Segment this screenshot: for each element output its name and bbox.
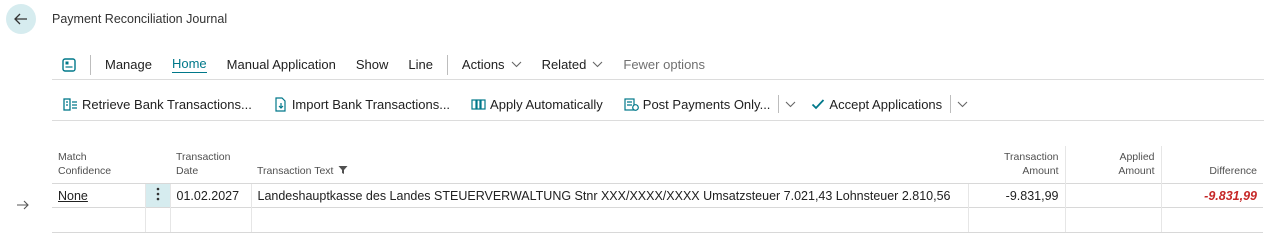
promoted-actions: Retrieve Bank Transactions... Import Ban… [52,88,1264,121]
import-bank-transactions-button[interactable]: Import Bank Transactions... [262,88,460,120]
empty-cell[interactable] [144,207,170,233]
fewer-options-button[interactable]: Fewer options [613,50,715,79]
col-difference[interactable]: Difference [1160,146,1263,184]
col-transaction-text[interactable]: Transaction Text [251,146,968,184]
match-confidence-cell[interactable]: None [52,183,145,208]
pin-toggle-button[interactable] [52,50,86,79]
accept-applications-button[interactable]: Accept Applications [800,88,948,120]
action-bar: Manage Home Manual Application Show Line… [52,50,1264,80]
related-menu[interactable]: Related [532,50,614,79]
tab-line[interactable]: Line [398,50,443,79]
bank-retrieve-icon [63,97,77,111]
checkmark-icon [812,99,825,110]
post-payments-only-button[interactable]: Post Payments Only... [613,88,777,120]
row-actions-button[interactable] [144,183,170,208]
transaction-amount-cell[interactable]: -9.831,99 [967,183,1065,208]
empty-cell[interactable] [1064,207,1161,233]
col-transaction-date[interactable]: Transaction Date [170,146,251,184]
empty-cell[interactable] [250,207,968,233]
accept-applications-dropdown[interactable] [953,101,972,108]
col-match-confidence[interactable]: Match Confidence [52,146,145,184]
transaction-date-cell[interactable]: 01.02.2027 [169,183,251,208]
match-confidence-link[interactable]: None [58,189,88,203]
divider [950,95,952,113]
difference-value: -9.831,99 [1204,188,1257,203]
page-layout-icon [62,57,76,72]
post-payments-dropdown[interactable] [781,101,800,108]
col-actions-spacer [145,146,170,184]
divider [446,54,448,75]
chevron-down-icon [592,61,603,68]
transactions-table: Match Confidence Transaction Date Transact… [52,146,1263,233]
tab-manage[interactable]: Manage [95,50,162,79]
difference-cell[interactable]: -9.831,99 [1160,183,1263,208]
retrieve-bank-transactions-button[interactable]: Retrieve Bank Transactions... [52,88,262,120]
transaction-text-cell[interactable]: Landeshauptkasse des Landes STEUERVERWAL… [250,183,968,208]
col-applied-amount[interactable]: Applied Amount [1064,146,1161,184]
applied-amount-cell[interactable] [1064,183,1161,208]
tab-home[interactable]: Home [162,50,217,79]
back-button[interactable] [6,4,36,34]
divider [778,95,780,113]
chevron-down-icon [511,61,522,68]
arrow-left-icon [14,13,27,25]
empty-cell[interactable] [967,207,1065,233]
post-payments-icon [624,97,639,111]
chevron-down-icon [957,101,968,107]
empty-cell[interactable] [169,207,251,233]
empty-cell[interactable] [52,207,145,233]
tab-show[interactable]: Show [346,50,399,79]
apply-auto-icon [471,98,486,110]
table-row[interactable] [52,207,1263,233]
tab-manual-application[interactable]: Manual Application [217,50,346,79]
page-title: Payment Reconciliation Journal [52,12,228,26]
more-vertical-icon [156,187,159,201]
apply-automatically-button[interactable]: Apply Automatically [460,88,613,120]
current-row-indicator [16,197,30,215]
arrow-right-icon [17,200,29,210]
empty-cell[interactable] [1160,207,1263,233]
chevron-down-icon [786,101,796,107]
col-transaction-amount[interactable]: Transaction Amount [968,146,1065,184]
import-file-icon [275,96,286,112]
actions-menu[interactable]: Actions [452,50,532,79]
filter-icon[interactable] [338,165,348,175]
table-row[interactable]: None 01.02.2027 Landeshauptkasse des Lan… [52,183,1263,208]
divider [90,54,91,75]
